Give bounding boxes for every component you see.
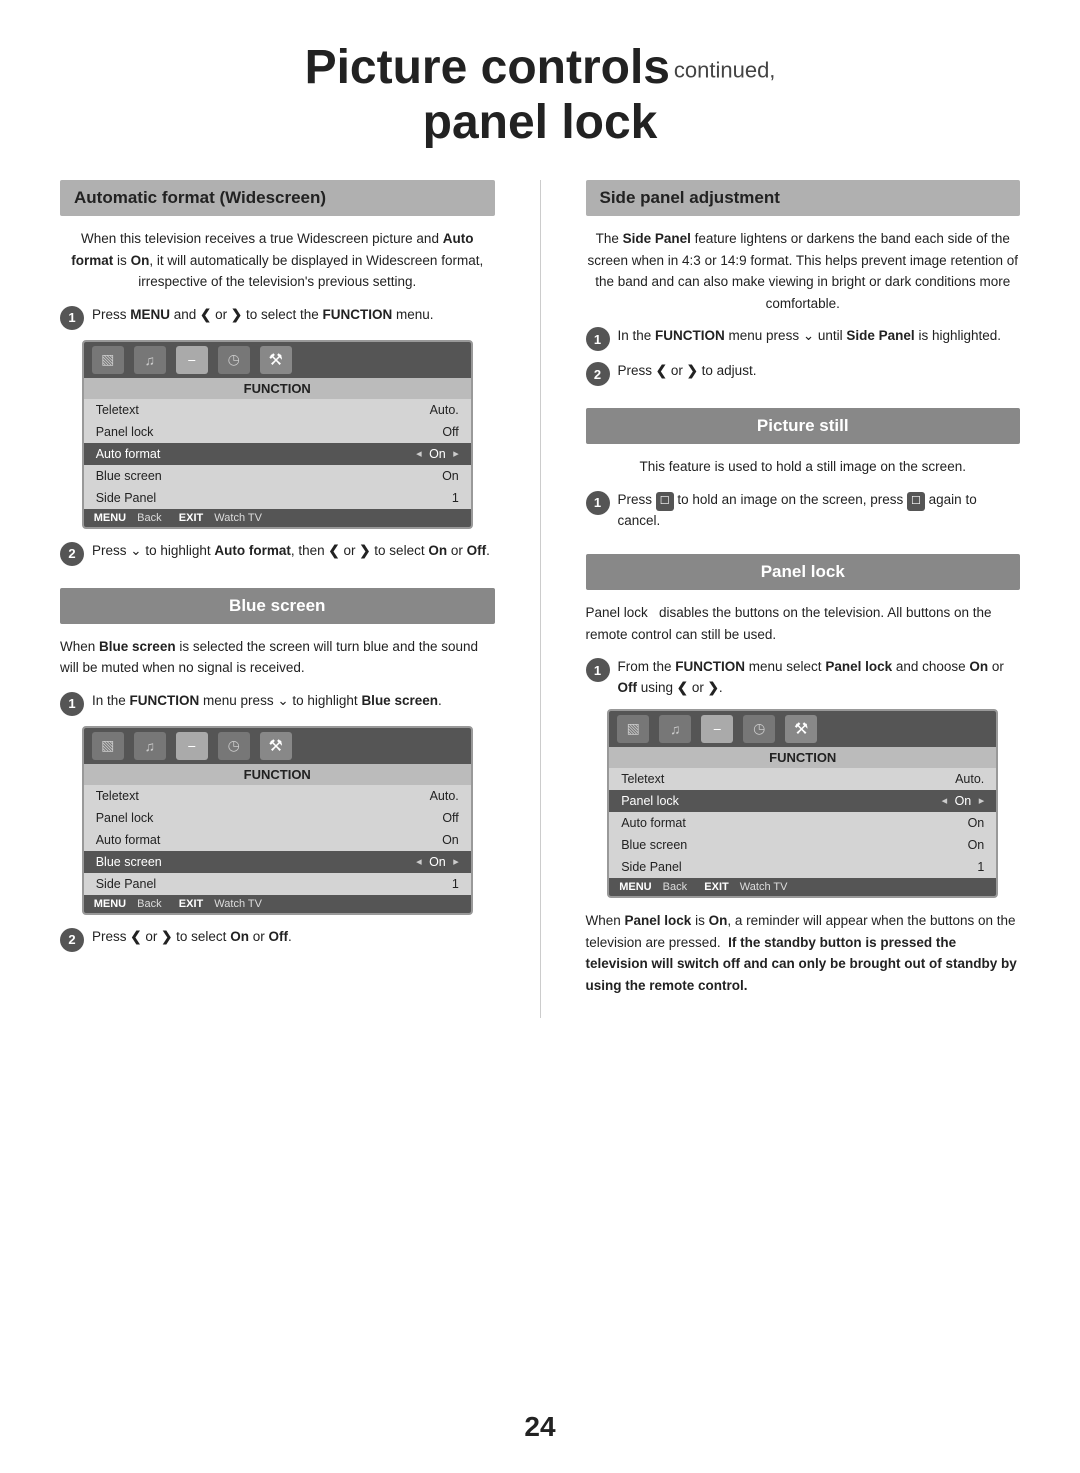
menu-icons-3: ▧ ♫ ⎯ ◷ ⚒ <box>609 711 996 747</box>
panel-lock-step1: 1 From the FUNCTION menu select Panel lo… <box>586 657 1021 699</box>
icon-pause: ☐ <box>656 492 674 511</box>
blue-screen-step2-text: Press ❮ or ❯ to select On or Off. <box>92 927 292 948</box>
page: Picture controls continued, panel lock A… <box>0 0 1080 1473</box>
section-blue-screen: Blue screen When Blue screen is selected… <box>60 588 495 952</box>
icon-music: ♫ <box>134 346 166 374</box>
icon-settings: ⎯ <box>176 346 208 374</box>
section-panel-lock: Panel lock Panel lock disables the butto… <box>586 554 1021 996</box>
section-side-panel: Side panel adjustment The Side Panel fea… <box>586 180 1021 386</box>
icon-settings-2: ⎯ <box>176 732 208 760</box>
auto-format-step2: 2 Press ⌄ to highlight Auto format, then… <box>60 541 495 566</box>
menu-row-autoformat-3: Auto formatOn <box>609 812 996 834</box>
page-number: 24 <box>524 1411 555 1443</box>
menu-box-1: ▧ ♫ ⎯ ◷ ⚒ FUNCTION TeletextAuto. Panel l… <box>82 340 473 529</box>
menu-title-3: FUNCTION <box>609 747 996 768</box>
icon-pause2: ☐ <box>907 492 925 511</box>
menu-footer-1: MENU Back EXIT Watch TV <box>84 509 471 527</box>
menu-icons-1: ▧ ♫ ⎯ ◷ ⚒ <box>84 342 471 378</box>
icon-settings-3: ⎯ <box>701 715 733 743</box>
menu-row-autoformat-1: Auto format ◂ On ▸ <box>84 443 471 465</box>
blue-screen-intro: When Blue screen is selected the screen … <box>60 636 495 679</box>
menu-footer-3: MENU Back EXIT Watch TV <box>609 878 996 896</box>
panel-lock-outro: When Panel lock is On, a reminder will a… <box>586 910 1021 996</box>
icon-clock: ◷ <box>218 346 250 374</box>
menu-box-3: ▧ ♫ ⎯ ◷ ⚒ FUNCTION TeletextAuto. Panel l… <box>607 709 998 898</box>
menu-row-panellock-1: Panel lockOff <box>84 421 471 443</box>
icon-picture: ▧ <box>92 346 124 374</box>
icon-wrench-2: ⚒ <box>260 732 292 760</box>
picture-still-step1-text: Press ☐ to hold an image on the screen, … <box>618 490 1021 532</box>
section-panel-lock-header: Panel lock <box>586 554 1021 590</box>
icon-clock-2: ◷ <box>218 732 250 760</box>
section-picture-still: Picture still This feature is used to ho… <box>586 408 1021 532</box>
menu-row-bluescreen-1: Blue screenOn <box>84 465 471 487</box>
icon-wrench: ⚒ <box>260 346 292 374</box>
menu-title-1: FUNCTION <box>84 378 471 399</box>
menu-row-panellock-3: Panel lock ◂ On ▸ <box>609 790 996 812</box>
column-divider <box>540 180 541 1018</box>
menu-row-bluescreen-2: Blue screen ◂ On ▸ <box>84 851 471 873</box>
section-auto-format: Automatic format (Widescreen) When this … <box>60 180 495 566</box>
menu-row-teletext-3: TeletextAuto. <box>609 768 996 790</box>
menu-icons-2: ▧ ♫ ⎯ ◷ ⚒ <box>84 728 471 764</box>
blue-screen-step2: 2 Press ❮ or ❯ to select On or Off. <box>60 927 495 952</box>
menu-title-2: FUNCTION <box>84 764 471 785</box>
step-num-4: 2 <box>60 928 84 952</box>
right-column: Side panel adjustment The Side Panel fea… <box>586 180 1021 1018</box>
menu-row-sidepanel-3: Side Panel1 <box>609 856 996 878</box>
auto-format-step1: 1 Press MENU and ❮ or ❯ to select the FU… <box>60 305 495 330</box>
picture-still-intro: This feature is used to hold a still ima… <box>586 456 1021 478</box>
menu-row-teletext-2: TeletextAuto. <box>84 785 471 807</box>
section-side-panel-header: Side panel adjustment <box>586 180 1021 216</box>
side-panel-step1: 1 In the FUNCTION menu press ⌄ until Sid… <box>586 326 1021 351</box>
picture-still-step1: 1 Press ☐ to hold an image on the screen… <box>586 490 1021 532</box>
side-panel-step2-text: Press ❮ or ❯ to adjust. <box>618 361 757 382</box>
step-num-2a: 2 <box>60 542 84 566</box>
continued-label: continued, <box>674 57 776 82</box>
blue-screen-step1: 1 In the FUNCTION menu press ⌄ to highli… <box>60 691 495 716</box>
menu-footer-2: MENU Back EXIT Watch TV <box>84 895 471 913</box>
step-num-3: 1 <box>60 692 84 716</box>
icon-picture-2: ▧ <box>92 732 124 760</box>
icon-clock-3: ◷ <box>743 715 775 743</box>
menu-box-2: ▧ ♫ ⎯ ◷ ⚒ FUNCTION TeletextAuto. Panel l… <box>82 726 473 915</box>
icon-music-3: ♫ <box>659 715 691 743</box>
auto-format-step1-text: Press MENU and ❮ or ❯ to select the FUNC… <box>92 305 434 326</box>
blue-screen-step1-text: In the FUNCTION menu press ⌄ to highligh… <box>92 691 442 712</box>
section-picture-still-header: Picture still <box>586 408 1021 444</box>
menu-row-sidepanel-1: Side Panel1 <box>84 487 471 509</box>
icon-picture-3: ▧ <box>617 715 649 743</box>
main-title: Picture controls <box>305 41 670 94</box>
main-columns: Automatic format (Widescreen) When this … <box>60 180 1020 1018</box>
menu-row-panellock-2: Panel lockOff <box>84 807 471 829</box>
side-panel-step2: 2 Press ❮ or ❯ to adjust. <box>586 361 1021 386</box>
step-num-1: 1 <box>60 306 84 330</box>
step-num-ps1: 1 <box>586 491 610 515</box>
auto-format-step2-text: Press ⌄ to highlight Auto format, then ❮… <box>92 541 490 562</box>
icon-music-2: ♫ <box>134 732 166 760</box>
side-panel-intro: The Side Panel feature lightens or darke… <box>586 228 1021 314</box>
page-title-block: Picture controls continued, panel lock <box>60 40 1020 150</box>
menu-row-sidepanel-2: Side Panel1 <box>84 873 471 895</box>
step-num-sp2: 2 <box>586 362 610 386</box>
auto-format-intro: When this television receives a true Wid… <box>60 228 495 293</box>
subtitle: panel lock <box>60 95 1020 150</box>
step-num-pl1: 1 <box>586 658 610 682</box>
menu-row-autoformat-2: Auto formatOn <box>84 829 471 851</box>
panel-lock-intro: Panel lock disables the buttons on the t… <box>586 602 1021 645</box>
section-blue-screen-header: Blue screen <box>60 588 495 624</box>
left-column: Automatic format (Widescreen) When this … <box>60 180 495 1018</box>
menu-row-teletext-1: TeletextAuto. <box>84 399 471 421</box>
panel-lock-step1-text: From the FUNCTION menu select Panel lock… <box>618 657 1021 699</box>
step-num-sp1: 1 <box>586 327 610 351</box>
icon-wrench-3: ⚒ <box>785 715 817 743</box>
section-auto-format-header: Automatic format (Widescreen) <box>60 180 495 216</box>
menu-row-bluescreen-3: Blue screenOn <box>609 834 996 856</box>
side-panel-step1-text: In the FUNCTION menu press ⌄ until Side … <box>618 326 1002 347</box>
